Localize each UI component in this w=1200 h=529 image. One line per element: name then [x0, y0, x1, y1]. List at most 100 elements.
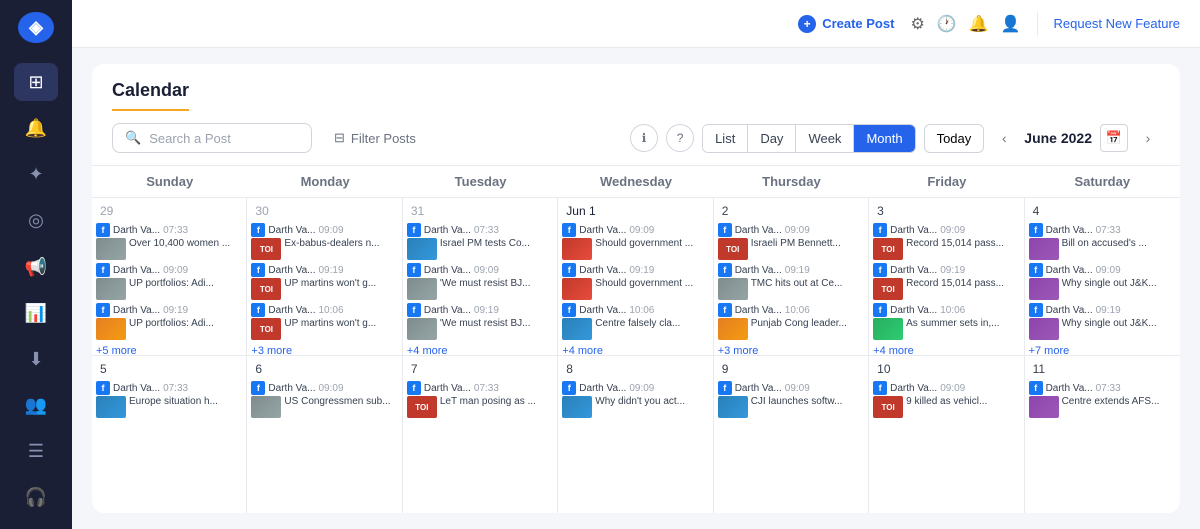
event-desc: Israeli PM Bennett...	[751, 238, 841, 249]
event-2-2[interactable]: f Darth Va... 09:19 TMC hits out at Ce..…	[718, 263, 864, 300]
event-time: 09:09	[940, 225, 965, 236]
event-3-3[interactable]: f Darth Va... 10:06 As summer sets in,..…	[873, 303, 1019, 340]
view-month-button[interactable]: Month	[854, 125, 914, 152]
filter-posts-button[interactable]: ⊟ Filter Posts	[324, 124, 426, 152]
settings-icon[interactable]: ⚙	[910, 14, 924, 34]
help-button[interactable]: ?	[666, 124, 694, 152]
more-events-3[interactable]: +4 more	[873, 345, 1019, 355]
day-cell-10: 10 f Darth Va... 09:09 TOI 9 killed as v…	[869, 356, 1024, 513]
today-button[interactable]: Today	[924, 124, 985, 153]
prev-month-button[interactable]: ‹	[992, 126, 1016, 150]
app-logo[interactable]: ◈	[18, 12, 54, 43]
event-4-3[interactable]: f Darth Va... 09:19 Why single out J&K..…	[1029, 303, 1176, 340]
day-number-2: 2	[718, 202, 864, 220]
next-month-button[interactable]: ›	[1136, 126, 1160, 150]
search-box[interactable]: 🔍 Search a Post	[112, 123, 312, 153]
event-31-2[interactable]: f Darth Va... 09:09 'We must resist BJ..…	[407, 263, 553, 300]
event-5-1[interactable]: f Darth Va... 07:33 Europe situation h..…	[96, 381, 242, 418]
event-name: Darth Va...	[268, 225, 315, 236]
event-3-2[interactable]: f Darth Va... 09:19 TOI Record 15,014 pa…	[873, 263, 1019, 300]
event-4-2[interactable]: f Darth Va... 09:09 Why single out J&K..…	[1029, 263, 1176, 300]
sidebar-item-analytics[interactable]: ✦	[14, 156, 58, 194]
event-29-1[interactable]: f Darth Va... 07:33 Over 10,400 women ..…	[96, 223, 242, 260]
sidebar-item-circle[interactable]: ◎	[14, 202, 58, 240]
event-31-1[interactable]: f Darth Va... 07:33 Israel PM tests Co..…	[407, 223, 553, 260]
event-9-1[interactable]: f Darth Va... 09:09 CJI launches softw..…	[718, 381, 864, 418]
event-2-3[interactable]: f Darth Va... 10:06 Punjab Cong leader..…	[718, 303, 864, 340]
filter-icon: ⊟	[334, 130, 345, 146]
event-desc: Europe situation h...	[129, 396, 218, 407]
event-30-2[interactable]: f Darth Va... 09:19 TOI UP martins won't…	[251, 263, 397, 300]
more-events-31[interactable]: +4 more	[407, 345, 553, 355]
event-7-1[interactable]: f Darth Va... 07:33 TOI LeT man posing a…	[407, 381, 553, 418]
fb-icon: f	[718, 263, 732, 277]
event-name: Darth Va...	[579, 383, 626, 394]
info-button[interactable]: ℹ	[630, 124, 658, 152]
request-feature-button[interactable]: Request New Feature	[1054, 16, 1180, 31]
event-10-1[interactable]: f Darth Va... 09:09 TOI 9 killed as vehi…	[873, 381, 1019, 418]
sidebar-item-notifications[interactable]: 🔔	[14, 109, 58, 147]
fb-icon: f	[562, 263, 576, 277]
fb-icon: f	[96, 381, 110, 395]
day-number-10: 10	[873, 360, 1019, 378]
event-jun1-3[interactable]: f Darth Va... 10:06 Centre falsely cla..…	[562, 303, 708, 340]
event-thumb: TOI	[873, 396, 903, 418]
event-jun1-2[interactable]: f Darth Va... 09:19 Should government ..…	[562, 263, 708, 300]
fb-icon: f	[251, 381, 265, 395]
user-icon[interactable]: 👤	[1001, 14, 1021, 34]
topnav: + Create Post ⚙ 🕐 🔔 👤 Request New Featur…	[72, 0, 1200, 48]
more-events-30[interactable]: +3 more	[251, 345, 397, 355]
view-list-button[interactable]: List	[703, 125, 748, 152]
event-time: 09:19	[163, 305, 188, 316]
sidebar-item-chart[interactable]: 📊	[14, 294, 58, 332]
event-name: Darth Va...	[113, 225, 160, 236]
topnav-icons: ⚙ 🕐 🔔 👤	[910, 14, 1020, 34]
more-events-29[interactable]: +5 more	[96, 345, 242, 355]
event-name: Darth Va...	[1046, 265, 1093, 276]
sidebar-item-download[interactable]: ⬇	[14, 340, 58, 378]
day-cell-3: 3 f Darth Va... 09:09 TOI Record 15,014 …	[869, 198, 1024, 355]
event-30-3[interactable]: f Darth Va... 10:06 TOI UP martins won't…	[251, 303, 397, 340]
event-time: 07:33	[163, 383, 188, 394]
sidebar-item-dashboard[interactable]: ⊞	[14, 63, 58, 101]
bell-icon[interactable]: 🔔	[969, 14, 989, 34]
more-events-4[interactable]: +7 more	[1029, 345, 1176, 355]
view-day-button[interactable]: Day	[748, 125, 796, 152]
calendar-picker-button[interactable]: 📅	[1100, 124, 1128, 152]
fb-icon: f	[718, 381, 732, 395]
event-3-1[interactable]: f Darth Va... 09:09 TOI Record 15,014 pa…	[873, 223, 1019, 260]
fb-icon: f	[251, 303, 265, 317]
more-events-2[interactable]: +3 more	[718, 345, 864, 355]
event-name: Darth Va...	[735, 383, 782, 394]
event-desc: LeT man posing as ...	[440, 396, 536, 407]
event-thumb: TOI	[718, 238, 748, 260]
day-number-7: 7	[407, 360, 553, 378]
event-time: 07:33	[1096, 225, 1121, 236]
event-4-1[interactable]: f Darth Va... 07:33 Bill on accused's ..…	[1029, 223, 1176, 260]
calendar-nav: ℹ ? List Day Week Month Today ‹ June 2	[630, 124, 1160, 153]
sidebar-item-support[interactable]: 🎧	[14, 479, 58, 517]
clock-icon[interactable]: 🕐	[937, 14, 957, 34]
event-31-3[interactable]: f Darth Va... 09:19 'We must resist BJ..…	[407, 303, 553, 340]
sidebar-item-people[interactable]: 👥	[14, 386, 58, 424]
fb-icon: f	[873, 223, 887, 237]
event-8-1[interactable]: f Darth Va... 09:09 Why didn't you act..…	[562, 381, 708, 418]
create-post-button[interactable]: + Create Post	[798, 15, 894, 33]
event-30-1[interactable]: f Darth Va... 09:09 TOI Ex-babus-dealers…	[251, 223, 397, 260]
event-time: 07:33	[474, 383, 499, 394]
event-6-1[interactable]: f Darth Va... 09:09 US Congressmen sub..…	[251, 381, 397, 418]
event-29-3[interactable]: f Darth Va... 09:19 UP portfolios: Adi..…	[96, 303, 242, 340]
event-name: Darth Va...	[1046, 305, 1093, 316]
view-week-button[interactable]: Week	[796, 125, 854, 152]
fb-icon: f	[407, 263, 421, 277]
sidebar-item-list[interactable]: ☰	[14, 433, 58, 471]
event-2-1[interactable]: f Darth Va... 09:09 TOI Israeli PM Benne…	[718, 223, 864, 260]
event-name: Darth Va...	[579, 225, 626, 236]
sidebar-item-megaphone[interactable]: 📢	[14, 248, 58, 286]
event-29-2[interactable]: f Darth Va... 09:09 UP portfolios: Adi..…	[96, 263, 242, 300]
more-events-jun1[interactable]: +4 more	[562, 345, 708, 355]
event-desc: Over 10,400 women ...	[129, 238, 230, 249]
view-buttons: List Day Week Month	[702, 124, 916, 153]
event-jun1-1[interactable]: f Darth Va... 09:09 Should government ..…	[562, 223, 708, 260]
event-11-1[interactable]: f Darth Va... 07:33 Centre extends AFS..…	[1029, 381, 1176, 418]
